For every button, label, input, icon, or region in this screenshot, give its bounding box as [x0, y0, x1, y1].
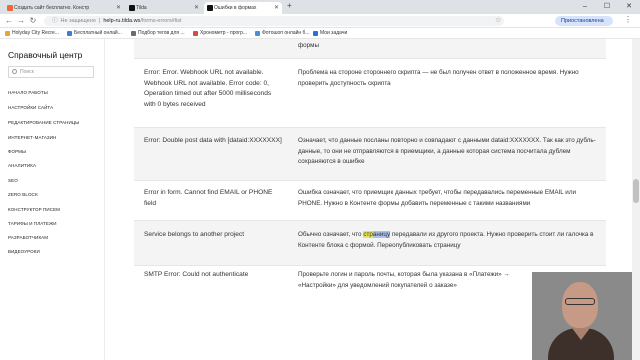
table-cell-description: Проверьте логин и пароль почты, которая …: [298, 271, 510, 289]
sidebar-search-input[interactable]: Поиск: [8, 66, 94, 78]
tab-close-icon[interactable]: ✕: [274, 2, 279, 14]
url-host: help-ru.tilda.ws: [103, 18, 141, 24]
table-cell-error: Error in form. Cannot find EMAIL or PHON…: [144, 189, 273, 207]
profile-button[interactable]: Приостановлена: [555, 16, 613, 26]
close-window-button[interactable]: ✕: [618, 0, 640, 14]
search-icon: [12, 69, 17, 74]
address-bar[interactable]: ⓘ Не защищено | help-ru.tilda.ws/forms-erro…: [44, 16, 504, 26]
bookmark-favicon: [193, 31, 198, 36]
table-cell-description: формы: [298, 42, 320, 49]
sidebar-item-seo[interactable]: SEO: [8, 178, 18, 183]
maximize-button[interactable]: ☐: [596, 0, 618, 14]
tab-title: Ошибки в формах: [214, 5, 257, 11]
info-icon[interactable]: ⓘ: [52, 18, 58, 24]
sidebar-item-email-builder[interactable]: КОНСТРУКТОР ПИСЕМ: [8, 207, 60, 212]
tab-favicon: [129, 5, 135, 11]
webcam-overlay: [532, 272, 632, 360]
browser-tab-strip: Создать сайт бесплатно. Констр ✕ Tilda ✕…: [0, 0, 640, 14]
bookmarks-bar: Holyday City Recre... Бесплатный онлай..…: [0, 28, 640, 39]
tab-close-icon[interactable]: ✕: [116, 2, 121, 14]
tab-title: Tilda: [136, 5, 147, 11]
bookmark-item[interactable]: Подбор тегов для ...: [130, 28, 185, 39]
url-path: /forms-errors#list: [140, 18, 182, 24]
selected-text: аницу: [372, 231, 391, 238]
sidebar-item-page-editing[interactable]: РЕДАКТИРОВАНИЕ СТРАНИЦЫ: [8, 120, 79, 125]
profile-label: Приостановлена: [561, 18, 604, 24]
presenter-glasses: [565, 298, 595, 305]
bookmark-label: Фотошоп онлайн б...: [262, 30, 310, 36]
bookmark-item[interactable]: Хронометр - прогр...: [192, 28, 247, 39]
table-cell-description: Означает, что данные посланы повторно и …: [298, 137, 596, 166]
bookmark-favicon: [131, 31, 136, 36]
description-text: Обычно означает, что: [298, 231, 364, 238]
table-cell-error: Error: Double post data with [dataid:XXX…: [144, 137, 282, 144]
new-tab-button[interactable]: +: [287, 1, 292, 10]
table-cell-description: Проблема на стороне стороннего скрипта —…: [298, 69, 579, 87]
sidebar-item-site-settings[interactable]: НАСТРОЙКИ САЙТА: [8, 105, 53, 110]
sidebar-item-developers[interactable]: РАЗРАБОТЧИКАМ: [8, 235, 48, 240]
bookmark-star-icon[interactable]: ☆: [495, 16, 501, 24]
row-divider: [134, 265, 606, 266]
security-label: Не защищено: [60, 18, 96, 24]
bookmark-favicon: [5, 31, 10, 36]
bookmark-item[interactable]: Фотошоп онлайн б...: [254, 28, 310, 39]
browser-tab-active[interactable]: Ошибки в формах ✕: [204, 2, 282, 14]
row-divider: [134, 180, 606, 181]
bookmark-favicon: [67, 31, 72, 36]
help-sidebar: Справочный центр Поиск НАЧАЛО РАБОТЫ НАС…: [0, 39, 105, 360]
tab-close-icon[interactable]: ✕: [194, 2, 199, 14]
forward-button[interactable]: →: [16, 15, 26, 27]
sidebar-item-zero-block[interactable]: ZERO BLOCK: [8, 192, 38, 197]
bookmark-item[interactable]: Бесплатный онлай...: [66, 28, 122, 39]
presenter-head: [562, 282, 598, 328]
sidebar-item-online-store[interactable]: ИНТЕРНЕТ-МАГАЗИН: [8, 135, 56, 140]
reload-button[interactable]: ↻: [28, 15, 38, 27]
bookmark-label: Мои задачи: [320, 30, 348, 36]
bookmark-label: Holyday City Recre...: [12, 30, 59, 36]
bookmark-item[interactable]: Мои задачи: [312, 28, 347, 39]
sidebar-item-plans-payments[interactable]: ТАРИФЫ И ПЛАТЕЖИ: [8, 221, 57, 226]
browser-menu-icon[interactable]: ⋮: [624, 15, 632, 24]
bookmark-favicon: [255, 31, 260, 36]
search-placeholder: Поиск: [20, 69, 34, 75]
sidebar-title[interactable]: Справочный центр: [8, 50, 82, 60]
table-cell-description: Ошибка означает, что приемщик данных тре…: [298, 189, 577, 207]
tab-favicon: [207, 5, 213, 11]
scrollbar-thumb[interactable]: [633, 179, 639, 203]
back-button[interactable]: ←: [4, 15, 14, 27]
bookmark-item[interactable]: Holyday City Recre...: [4, 28, 59, 39]
tab-favicon: [7, 5, 13, 11]
browser-tab[interactable]: Создать сайт бесплатно. Констр ✕: [4, 2, 124, 14]
page-scrollbar[interactable]: [632, 39, 640, 360]
table-cell-error: Error: Error. Webhook URL not available.…: [144, 69, 272, 108]
browser-toolbar: ← → ↻ ⓘ Не защищено | help-ru.tilda.ws/form…: [0, 14, 640, 28]
sidebar-item-video-tutorials[interactable]: ВИДЕОУРОКИ: [8, 249, 40, 254]
table-cell-error: Service belongs to another project: [144, 231, 245, 238]
bookmark-label: Бесплатный онлай...: [74, 30, 122, 36]
bookmark-label: Подбор тегов для ...: [138, 30, 185, 36]
minimize-button[interactable]: –: [574, 0, 596, 14]
sidebar-item-analytics[interactable]: АНАЛИТИКА: [8, 163, 36, 168]
highlighted-text: стр: [363, 231, 373, 238]
bookmark-favicon: [313, 31, 318, 36]
tab-title: Создать сайт бесплатно. Констр: [14, 5, 90, 11]
browser-tab[interactable]: Tilda ✕: [126, 2, 202, 14]
sidebar-item-forms[interactable]: ФОРМЫ: [8, 149, 26, 154]
sidebar-item-getting-started[interactable]: НАЧАЛО РАБОТЫ: [8, 90, 48, 95]
table-cell-error: SMTP Error: Could not authenticate: [144, 271, 249, 278]
separator: |: [98, 18, 101, 24]
row-divider: [134, 58, 606, 59]
bookmark-label: Хронометр - прогр...: [200, 30, 248, 36]
table-cell-description: Обычно означает, что страницу передавали…: [298, 230, 598, 251]
